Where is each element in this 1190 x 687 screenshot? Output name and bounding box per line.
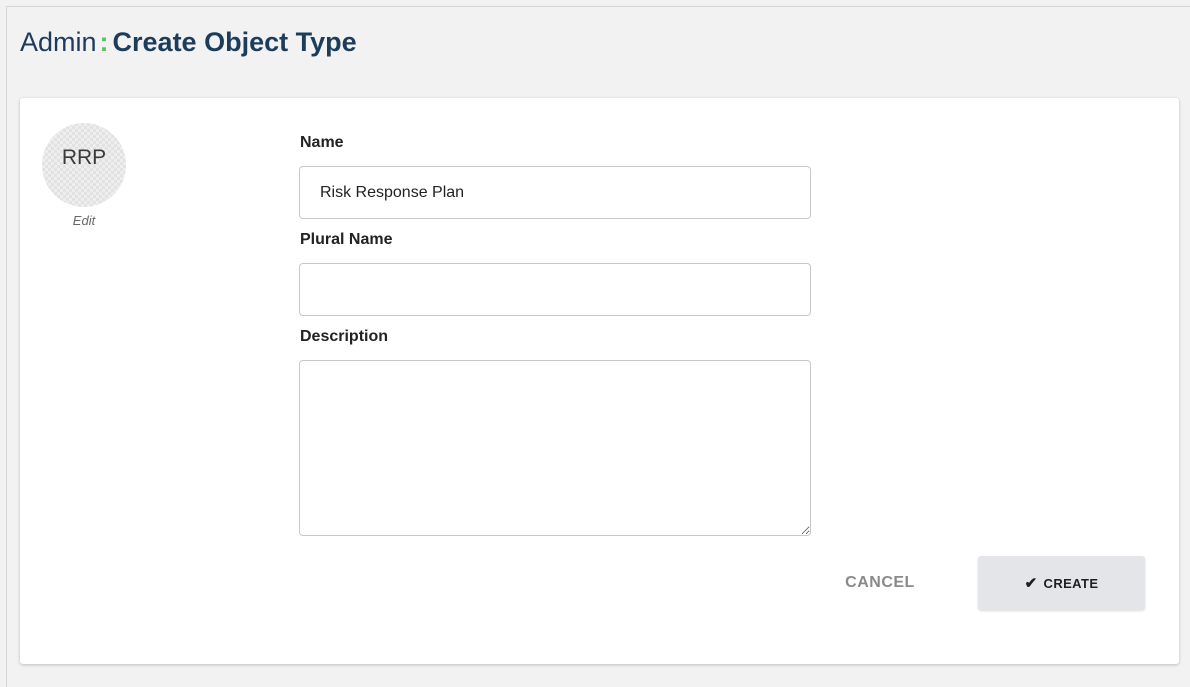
plural-name-input[interactable] bbox=[299, 263, 811, 316]
plural-name-label: Plural Name bbox=[300, 231, 393, 248]
page-header: Admin : Create Object Type bbox=[20, 22, 357, 62]
create-button[interactable]: ✔ CREATE bbox=[978, 556, 1145, 610]
description-label: Description bbox=[300, 328, 389, 345]
cancel-button[interactable]: CANCEL bbox=[820, 556, 940, 610]
checkmark-icon: ✔ bbox=[1024, 575, 1038, 592]
avatar-initials: RRP bbox=[61, 145, 107, 169]
create-button-label: CREATE bbox=[1043, 575, 1099, 591]
header-separator: : bbox=[99, 26, 109, 57]
name-label: Name bbox=[300, 134, 344, 151]
object-type-avatar[interactable]: RRP bbox=[42, 123, 126, 207]
name-input[interactable] bbox=[299, 166, 811, 219]
description-textarea[interactable] bbox=[299, 360, 811, 536]
avatar-edit-link[interactable]: Edit bbox=[42, 213, 126, 228]
form-card: RRP Edit Name Plural Name Description CA… bbox=[20, 98, 1179, 664]
page-title: Create Object Type bbox=[112, 26, 357, 57]
section-label: Admin bbox=[20, 26, 97, 57]
